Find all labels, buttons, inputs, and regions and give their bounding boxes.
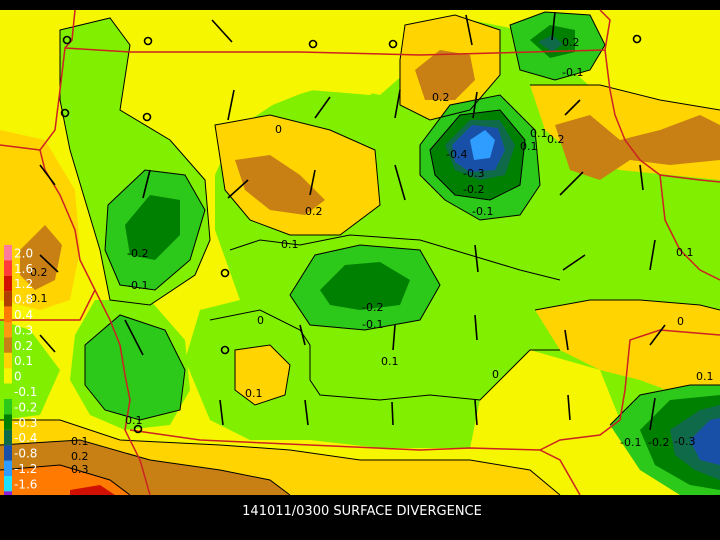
legend-swatch [4, 429, 12, 446]
contour-label: -0.4 [446, 148, 467, 161]
contour-label: 0 [677, 315, 684, 328]
divergence-fills [0, 10, 720, 495]
contour-label: 0.2 [432, 91, 450, 104]
legend-label: -1.6 [14, 477, 37, 491]
legend-label: 2.0 [14, 246, 33, 260]
contour-label: 0.1 [530, 127, 548, 140]
contour-label: 0.2 [562, 36, 580, 49]
contour-label: -0.1 [362, 318, 383, 331]
contour-label: -0.1 [127, 279, 148, 292]
contour-label: -0.2 [127, 247, 148, 260]
legend-swatch [4, 245, 12, 261]
map-caption: 141011/0300 SURFACE DIVERGENCE [242, 504, 482, 519]
legend-label: -0.4 [14, 431, 37, 445]
legend-label: 0.3 [14, 323, 33, 337]
contour-label: 0.1 [520, 140, 538, 153]
contour-label: -0.2 [463, 183, 484, 196]
legend-label: -0.1 [14, 385, 37, 399]
contour-label: 0.2 [547, 133, 565, 146]
contour-label: 0 [257, 314, 264, 327]
legend-label: 0.8 [14, 293, 33, 307]
legend-label: 1.6 [14, 262, 33, 276]
contour-label: -0.3 [463, 167, 484, 180]
legend-label: -0.2 [14, 400, 37, 414]
legend-label: -0.3 [14, 416, 37, 430]
contour-label: 0.1 [245, 387, 263, 400]
contour-label: 0 [275, 123, 282, 136]
contour-label: 0.1 [381, 355, 399, 368]
legend-swatch [4, 322, 12, 338]
contour-label: 0.2 [305, 205, 323, 218]
contour-label: -0.1 [562, 66, 583, 79]
legend-swatch [4, 445, 12, 461]
legend-swatch [4, 460, 12, 476]
legend-swatch [4, 291, 12, 307]
contour-label: -0.1 [472, 205, 493, 218]
contour-label: 0.1 [696, 370, 714, 383]
legend-swatch [4, 337, 12, 353]
contour-label: -0.2 [648, 436, 669, 449]
divergence-map: 0.2 -0.1 0.2 0 0.1 -0.4 -0.3 -0.2 -0.1 0… [0, 9, 720, 540]
legend-swatch [4, 275, 12, 292]
wind-barb-icon [391, 401, 394, 426]
legend-swatch [4, 260, 12, 276]
contour-label: 0.1 [125, 414, 143, 427]
legend-swatch [4, 352, 12, 369]
contour-label: -0.1 [620, 436, 641, 449]
legend-swatch [4, 414, 12, 430]
contour-label: 0.3 [71, 463, 89, 476]
contour-label: 0.2 [71, 450, 89, 463]
legend-swatch [4, 399, 12, 415]
legend-swatch [4, 306, 12, 322]
contour-label: -0.3 [674, 435, 695, 448]
legend-label: 1.2 [14, 277, 33, 291]
legend-label: 0.2 [14, 339, 33, 353]
contour-label: -0.2 [362, 301, 383, 314]
contour-label: 0.1 [676, 246, 694, 259]
legend-swatch [4, 476, 12, 492]
legend-label: -0.8 [14, 447, 37, 461]
legend-swatch [4, 383, 12, 399]
legend-label: 0 [14, 370, 22, 384]
contour-label: 0 [492, 368, 499, 381]
contour-label: 0.1 [71, 435, 89, 448]
legend-swatch [4, 368, 12, 384]
contour-label: 0.1 [281, 238, 299, 251]
legend-label: 0.1 [14, 354, 33, 368]
legend-label: 0.4 [14, 308, 33, 322]
legend-label: -1.2 [14, 462, 37, 476]
